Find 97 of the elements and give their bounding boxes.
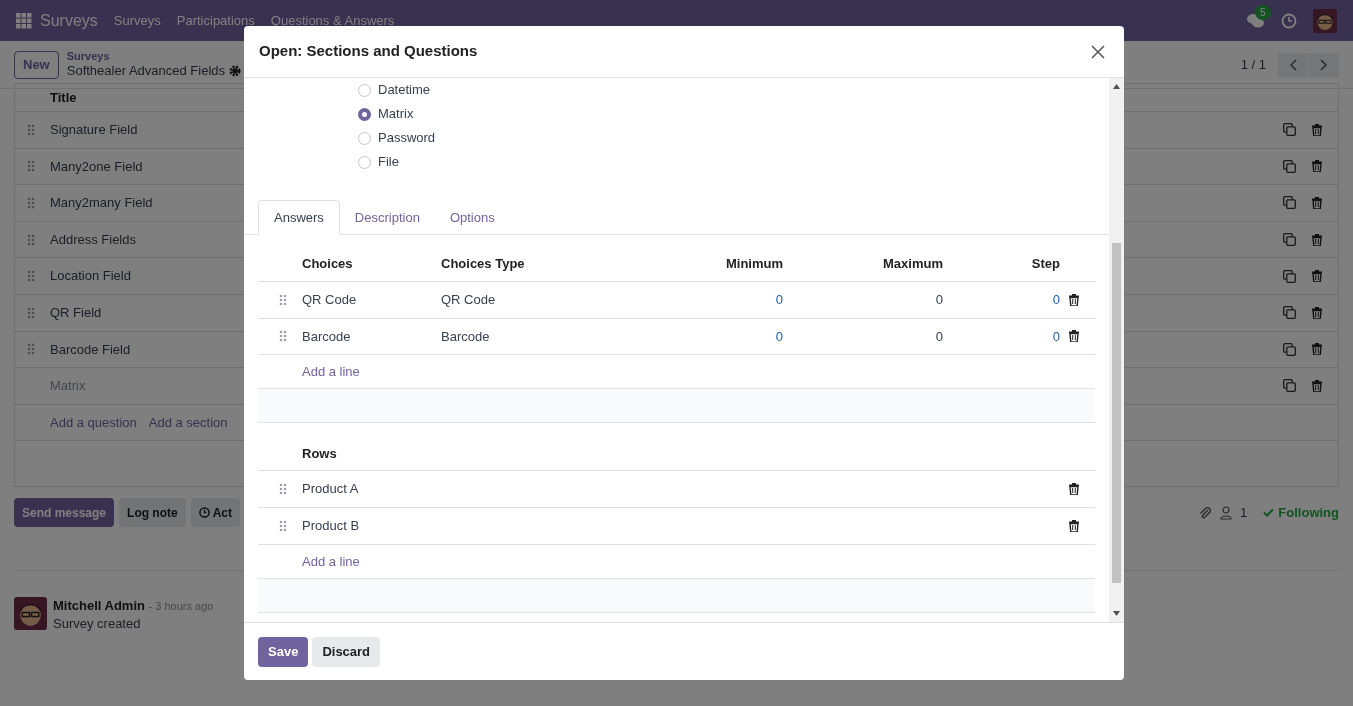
trash-icon[interactable]: [1069, 483, 1079, 495]
discard-button[interactable]: Discard: [312, 636, 381, 667]
question-title[interactable]: Matrix: [50, 376, 86, 396]
scrollbar-thumb[interactable]: [1112, 243, 1121, 583]
breadcrumb-link[interactable]: Surveys: [66, 49, 241, 64]
following-button[interactable]: Following: [1263, 502, 1339, 523]
user-icon[interactable]: [1220, 505, 1233, 520]
dialog-title: Open: Sections and Questions: [259, 41, 478, 62]
drag-handle-icon[interactable]: [27, 270, 35, 283]
trash-icon[interactable]: [1069, 520, 1079, 532]
table-cell-text: 0: [774, 327, 783, 346]
drag-handle-icon[interactable]: [279, 483, 287, 495]
tab[interactable]: Description: [339, 200, 435, 235]
scroll-up-icon[interactable]: [1113, 84, 1120, 89]
table-cell-text: QR Code: [302, 291, 358, 309]
column-header: Rows: [302, 444, 337, 463]
new-button[interactable]: New: [14, 50, 59, 79]
apps-menu-icon[interactable]: [16, 12, 32, 29]
avatar-icon: [14, 597, 47, 630]
drag-handle-icon[interactable]: [27, 160, 35, 173]
chevron-left-icon: [1289, 58, 1297, 71]
follower-count[interactable]: 1: [1240, 502, 1248, 523]
copy-icon[interactable]: [1283, 233, 1296, 247]
copy-icon[interactable]: [1283, 269, 1296, 283]
radio-label[interactable]: Matrix: [378, 104, 414, 124]
menu-item[interactable]: Questions & Answers: [270, 10, 395, 31]
table-cell-text: 0: [934, 327, 943, 346]
column-header: Step: [1030, 255, 1060, 274]
radio-label[interactable]: Datetime: [378, 80, 431, 100]
scrollbar[interactable]: [1109, 78, 1124, 622]
save-button[interactable]: Save: [258, 636, 309, 667]
drag-handle-icon[interactable]: [279, 520, 287, 532]
activity-button[interactable]: Act: [190, 498, 241, 527]
drag-handle-icon[interactable]: [27, 343, 35, 356]
tab[interactable]: Options: [434, 200, 510, 235]
question-title[interactable]: Location Field: [50, 266, 131, 286]
send-message-button[interactable]: Send message: [14, 498, 115, 527]
question-title[interactable]: Many2one Field: [50, 156, 143, 177]
copy-icon[interactable]: [1283, 306, 1296, 320]
menu-item[interactable]: Surveys: [113, 10, 161, 31]
menu-item[interactable]: Participations: [176, 10, 255, 31]
column-header: Minimum: [724, 255, 783, 274]
drag-handle-icon[interactable]: [279, 293, 287, 306]
add-link[interactable]: Add a question: [50, 412, 137, 432]
message-body: Survey created: [53, 615, 142, 633]
check-icon: [1263, 508, 1275, 517]
trash-icon[interactable]: [1069, 330, 1079, 343]
clock-icon: [198, 507, 210, 518]
column-header: Title: [50, 93, 77, 103]
table-cell-text: QR Code: [441, 291, 497, 309]
add-line-link[interactable]: Add a line: [302, 361, 360, 382]
table-cell-text: 0: [1051, 327, 1060, 346]
tab[interactable]: Answers: [258, 200, 340, 235]
question-title[interactable]: Signature Field: [50, 120, 138, 140]
question-title[interactable]: QR Field: [50, 303, 102, 323]
pager-value: 1 / 1: [1240, 55, 1266, 74]
add-link[interactable]: Add a section: [148, 412, 228, 432]
drag-handle-icon[interactable]: [27, 123, 35, 136]
copy-icon[interactable]: [1283, 159, 1296, 173]
radio-button[interactable]: [358, 107, 371, 121]
record-title: Softhealer Advanced Fields: [66, 63, 225, 80]
column-header: Choices Type: [441, 255, 526, 274]
table-cell-text: 0: [934, 291, 943, 309]
copy-icon[interactable]: [1283, 342, 1296, 356]
close-icon: [1091, 44, 1105, 59]
drag-handle-icon[interactable]: [27, 233, 35, 246]
paperclip-icon[interactable]: [1198, 505, 1213, 520]
table-cell-text: Barcode: [302, 327, 352, 346]
column-header: Choices: [302, 255, 354, 274]
gear-icon[interactable]: [229, 65, 241, 78]
question-title[interactable]: Barcode Field: [50, 339, 131, 360]
radio-label[interactable]: Password: [378, 128, 436, 148]
add-line-link[interactable]: Add a line: [302, 551, 360, 572]
question-title[interactable]: Address Fields: [50, 229, 136, 250]
message-count-badge: 5: [1255, 4, 1271, 20]
table-cell-text: Product A: [302, 480, 359, 499]
avatar-icon: [1313, 8, 1337, 33]
column-header: Maximum: [882, 255, 943, 274]
radio-label[interactable]: File: [378, 152, 399, 172]
drag-handle-icon[interactable]: [27, 306, 35, 319]
clock-icon[interactable]: [1281, 12, 1297, 29]
drag-handle-icon[interactable]: [27, 197, 35, 209]
question-title[interactable]: Many2many Field: [50, 193, 153, 213]
scroll-down-icon[interactable]: [1113, 611, 1120, 616]
copy-icon[interactable]: [1283, 123, 1296, 137]
log-note-button[interactable]: Log note: [119, 498, 186, 527]
app-name[interactable]: Surveys: [40, 8, 98, 33]
author-name: Mitchell Admin: [53, 598, 145, 613]
table-cell-text: Barcode: [441, 327, 491, 346]
table-cell-text: 0: [774, 291, 783, 309]
drag-handle-icon[interactable]: [279, 330, 287, 343]
copy-icon[interactable]: [1283, 196, 1296, 210]
trash-icon[interactable]: [1069, 293, 1079, 306]
table-cell-text: 0: [1051, 291, 1060, 309]
table-cell-text: Product B: [302, 517, 360, 536]
copy-icon[interactable]: [1283, 379, 1296, 393]
chevron-right-icon: [1320, 58, 1328, 71]
